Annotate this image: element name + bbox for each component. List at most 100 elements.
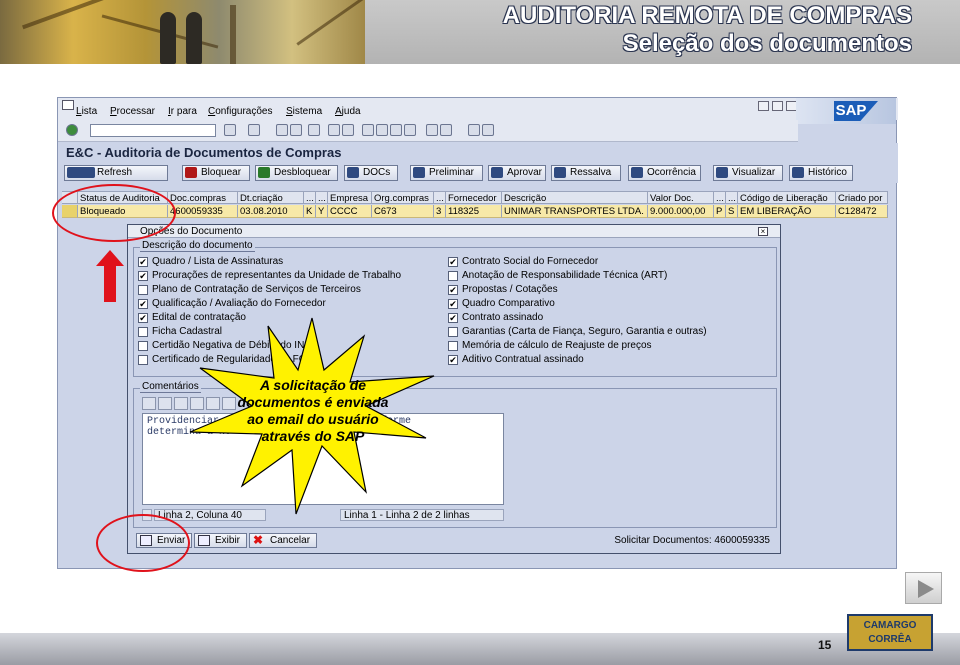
preliminar-button-label: Preliminar bbox=[429, 167, 475, 178]
unchecked-box-icon[interactable] bbox=[138, 285, 148, 295]
menu-bar: Lista Processar Ir para Configurações Si… bbox=[58, 98, 898, 120]
last-page-icon[interactable] bbox=[404, 124, 416, 136]
next-page-icon[interactable] bbox=[390, 124, 402, 136]
unchecked-box-icon[interactable] bbox=[448, 271, 458, 281]
paste-icon[interactable] bbox=[174, 397, 188, 410]
col-header[interactable]: ... bbox=[714, 191, 726, 204]
new-session-icon[interactable] bbox=[426, 124, 438, 136]
document-checkbox[interactable]: Plano de Contratação de Serviços de Terc… bbox=[138, 284, 361, 296]
checked-box-icon[interactable]: ✔ bbox=[448, 257, 458, 267]
checked-box-icon[interactable]: ✔ bbox=[138, 313, 148, 323]
checked-box-icon[interactable]: ✔ bbox=[138, 257, 148, 267]
visualizar-button[interactable]: Visualizar bbox=[713, 165, 783, 181]
ressalva-button[interactable]: Ressalva bbox=[551, 165, 621, 181]
display-icon bbox=[198, 535, 210, 546]
menu-configuracoes[interactable]: Configurações bbox=[208, 106, 273, 117]
checked-box-icon[interactable]: ✔ bbox=[138, 299, 148, 309]
dialog-close-icon[interactable]: × bbox=[758, 227, 768, 236]
cancelar-button[interactable]: ✖ Cancelar bbox=[249, 533, 318, 548]
group-label: Descrição do documento bbox=[140, 240, 255, 252]
command-field[interactable] bbox=[90, 124, 216, 137]
col-header[interactable]: Doc.compras bbox=[168, 191, 238, 204]
col-header[interactable]: Org.compras bbox=[372, 191, 434, 204]
preliminar-button[interactable]: Preliminar bbox=[410, 165, 483, 181]
col-header[interactable]: Valor Doc. bbox=[648, 191, 714, 204]
unchecked-box-icon[interactable] bbox=[448, 341, 458, 351]
system-toolbar bbox=[58, 120, 798, 142]
desbloquear-button[interactable]: Desbloquear bbox=[255, 165, 338, 181]
col-header[interactable]: Criado por bbox=[836, 191, 888, 204]
document-checkbox[interactable]: ✔ Quadro Comparativo bbox=[448, 298, 555, 310]
checked-box-icon[interactable]: ✔ bbox=[138, 271, 148, 281]
col-header[interactable]: ... bbox=[316, 191, 328, 204]
back-icon[interactable] bbox=[248, 124, 260, 136]
checked-box-icon[interactable]: ✔ bbox=[448, 313, 458, 323]
col-header[interactable]: Código de Liberação bbox=[738, 191, 836, 204]
document-checkbox[interactable]: ✔ Propostas / Cotações bbox=[448, 284, 558, 296]
col-header[interactable]: Fornecedor bbox=[446, 191, 502, 204]
enter-icon[interactable] bbox=[66, 124, 78, 136]
checkbox-label: Memória de cálculo de Reajuste de preços bbox=[462, 340, 652, 351]
ocorrencia-button[interactable]: Ocorrência bbox=[628, 165, 701, 181]
document-checkbox[interactable]: ✔ Qualificação / Avaliação do Fornecedor bbox=[138, 298, 326, 310]
menu-sistema[interactable]: Sistema bbox=[286, 106, 322, 117]
checkbox-label: Quadro / Lista de Assinaturas bbox=[152, 256, 284, 267]
checked-box-icon[interactable]: ✔ bbox=[448, 285, 458, 295]
maximize-icon[interactable] bbox=[772, 101, 783, 111]
menu-processar[interactable]: Processar bbox=[110, 106, 155, 117]
historico-button[interactable]: Histórico bbox=[789, 165, 853, 181]
cut-icon[interactable] bbox=[142, 397, 156, 410]
print-icon[interactable] bbox=[308, 124, 320, 136]
exibir-button[interactable]: Exibir bbox=[194, 533, 248, 548]
checkbox-label: Garantias (Carta de Fiança, Seguro, Gara… bbox=[462, 326, 707, 337]
refresh-button[interactable]: Refresh bbox=[64, 165, 168, 181]
find-next-icon[interactable] bbox=[342, 124, 354, 136]
minimize-icon[interactable] bbox=[758, 101, 769, 111]
document-checkbox[interactable]: ✔ Procurações de representantes da Unidad… bbox=[138, 270, 401, 282]
logo-line1: CAMARGO bbox=[863, 620, 917, 631]
layout-icon[interactable] bbox=[482, 124, 494, 136]
shortcut-icon[interactable] bbox=[440, 124, 452, 136]
col-header[interactable]: Empresa bbox=[328, 191, 372, 204]
col-header[interactable]: Descrição bbox=[502, 191, 648, 204]
first-page-icon[interactable] bbox=[362, 124, 374, 136]
bloquear-button[interactable]: Bloquear bbox=[182, 165, 250, 181]
table-row[interactable]: Bloqueado 4600059335 03.08.2010 K Y CCCC… bbox=[62, 205, 888, 218]
help-icon[interactable] bbox=[468, 124, 480, 136]
copy-icon[interactable] bbox=[158, 397, 172, 410]
document-checkbox[interactable]: Memória de cálculo de Reajuste de preços bbox=[448, 340, 652, 352]
col-header[interactable]: ... bbox=[434, 191, 446, 204]
unchecked-box-icon[interactable] bbox=[138, 327, 148, 337]
document-checkbox[interactable]: ✔ Contrato assinado bbox=[448, 312, 543, 324]
col-header[interactable]: ... bbox=[726, 191, 738, 204]
checked-box-icon[interactable]: ✔ bbox=[448, 299, 458, 309]
next-slide-play-icon[interactable] bbox=[905, 572, 942, 604]
menu-ir-para[interactable]: Ir para bbox=[168, 106, 197, 117]
aprovar-button[interactable]: Aprovar bbox=[488, 165, 546, 181]
docs-button[interactable]: DOCs bbox=[344, 165, 398, 181]
prev-page-icon[interactable] bbox=[376, 124, 388, 136]
save-icon[interactable] bbox=[224, 124, 236, 136]
unchecked-box-icon[interactable] bbox=[138, 341, 148, 351]
document-checkbox[interactable]: ✔ Aditivo Contratual assinado bbox=[448, 354, 584, 366]
document-checkbox[interactable]: ✔ Quadro / Lista de Assinaturas bbox=[138, 256, 283, 268]
historico-button-label: Histórico bbox=[808, 167, 847, 178]
cancel-icon[interactable] bbox=[290, 124, 302, 136]
find-icon[interactable] bbox=[328, 124, 340, 136]
page-number: 15 bbox=[818, 638, 832, 652]
table-cell: 03.08.2010 bbox=[238, 205, 304, 218]
unchecked-box-icon[interactable] bbox=[448, 327, 458, 337]
unchecked-box-icon[interactable] bbox=[138, 355, 148, 365]
col-header[interactable]: Dt.criação bbox=[238, 191, 304, 204]
desbloquear-button-label: Desbloquear bbox=[274, 167, 331, 178]
screen-title: E&C - Auditoria de Documentos de Compras bbox=[66, 145, 342, 160]
document-checkbox[interactable]: Garantias (Carta de Fiança, Seguro, Gara… bbox=[448, 326, 707, 338]
col-header[interactable]: ... bbox=[304, 191, 316, 204]
document-checkbox[interactable]: Anotação de Responsabilidade Técnica (AR… bbox=[448, 270, 667, 282]
window-menu-icon[interactable] bbox=[62, 100, 74, 110]
exit-icon[interactable] bbox=[276, 124, 288, 136]
menu-lista[interactable]: Lista bbox=[76, 106, 97, 117]
document-checkbox[interactable]: ✔ Contrato Social do Fornecedor bbox=[448, 256, 598, 268]
menu-ajuda[interactable]: Ajuda bbox=[335, 106, 361, 117]
checked-box-icon[interactable]: ✔ bbox=[448, 355, 458, 365]
